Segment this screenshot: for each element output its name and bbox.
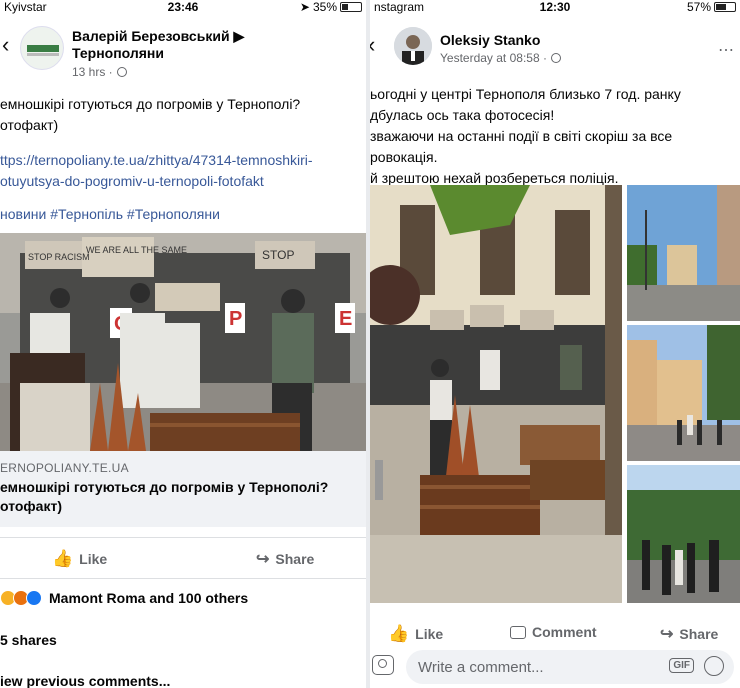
photo-main[interactable] (370, 185, 622, 603)
back-chevron-icon[interactable]: ‹ (2, 32, 9, 58)
author-name[interactable]: Валерій Березовський ▶ Тернополяни (72, 28, 322, 62)
right-screenshot: nstagram 12:30 57% ‹ Oleksiy Stanko Yest… (370, 0, 740, 688)
author-name[interactable]: Oleksiy Stanko (440, 32, 540, 49)
photo-street[interactable] (627, 185, 740, 321)
comment-input[interactable]: Write a comment... GIF (406, 650, 734, 684)
view-previous-comments[interactable]: iew previous comments... (0, 673, 170, 688)
protest-sign-text: STOP (262, 248, 294, 262)
status-right: 57% (687, 0, 736, 14)
protest-sign-text: WE ARE ALL THE SAME (86, 245, 187, 255)
reactions-summary[interactable]: Mamont Roma and 100 others (0, 590, 248, 606)
battery-icon (714, 2, 736, 12)
share-button[interactable]: ↪ Share (256, 549, 314, 569)
post-text: ьогодні у центрі Тернополя близько 7 год… (370, 86, 681, 186)
gif-icon[interactable]: GIF (669, 658, 694, 673)
clock: 12:30 (539, 0, 571, 14)
battery-percent: 57% (686, 0, 711, 14)
status-right: ➤ 35% (300, 0, 362, 14)
post-time: Yesterday at 08:58 · (440, 51, 561, 65)
like-button[interactable]: 👍 Like (388, 624, 443, 644)
svg-text:E: E (339, 308, 352, 330)
left-screenshot: Kyivstar 23:46 ➤ 35% ‹ Валерій Березовсь… (0, 0, 366, 688)
link-domain: ERNOPOLIANY.TE.UA (0, 461, 129, 475)
emoji-icon[interactable] (704, 656, 724, 676)
photo-group[interactable] (627, 465, 740, 603)
status-bar: Kyivstar 23:46 ➤ 35% (0, 0, 366, 14)
comment-icon (510, 625, 526, 639)
shares-count[interactable]: 5 shares (0, 632, 57, 648)
globe-icon (550, 53, 561, 63)
author-avatar[interactable] (394, 27, 432, 65)
photo-square[interactable] (627, 325, 740, 461)
link-preview-card[interactable]: ERNOPOLIANY.TE.UA емношкірі готуються до… (0, 451, 366, 527)
status-bar: nstagram 12:30 57% (370, 0, 740, 14)
globe-icon (116, 67, 127, 77)
like-reaction-icon (26, 590, 42, 606)
thumbs-up-icon: 👍 (388, 624, 410, 643)
share-icon: ↪ (660, 626, 674, 643)
post-text: емношкірі готуються до погромів у Терноп… (0, 96, 301, 133)
post-photo[interactable]: O P E STOP RACISM WE ARE ALL THE SAME ST… (0, 233, 366, 451)
share-button[interactable]: ↪ Share (660, 624, 718, 644)
divider (0, 578, 366, 579)
post-link[interactable]: ttps://ternopoliany.te.ua/zhittya/47314-… (0, 150, 313, 192)
share-icon: ↪ (256, 551, 270, 568)
protest-sign-text: STOP RACISM (28, 252, 90, 262)
comment-button[interactable]: Comment (510, 624, 597, 640)
group-avatar[interactable] (20, 26, 64, 70)
hashtags[interactable]: новини #Тернопіль #Тернополяни (0, 204, 220, 225)
back-chevron-icon[interactable]: ‹ (370, 32, 375, 58)
more-options-icon[interactable]: ⋯ (718, 40, 735, 60)
svg-text:P: P (229, 308, 242, 330)
link-title: емношкірі готуються до погромів у Терноп… (0, 479, 329, 514)
camera-icon[interactable] (372, 655, 394, 675)
post-time: 13 hrs · (72, 65, 127, 79)
thumbs-up-icon: 👍 (52, 549, 74, 568)
battery-icon (340, 2, 362, 12)
battery-percent: 35% (312, 0, 337, 14)
like-button[interactable]: 👍 Like (52, 549, 107, 569)
divider (0, 537, 366, 538)
location-icon: ➤ (299, 0, 310, 14)
